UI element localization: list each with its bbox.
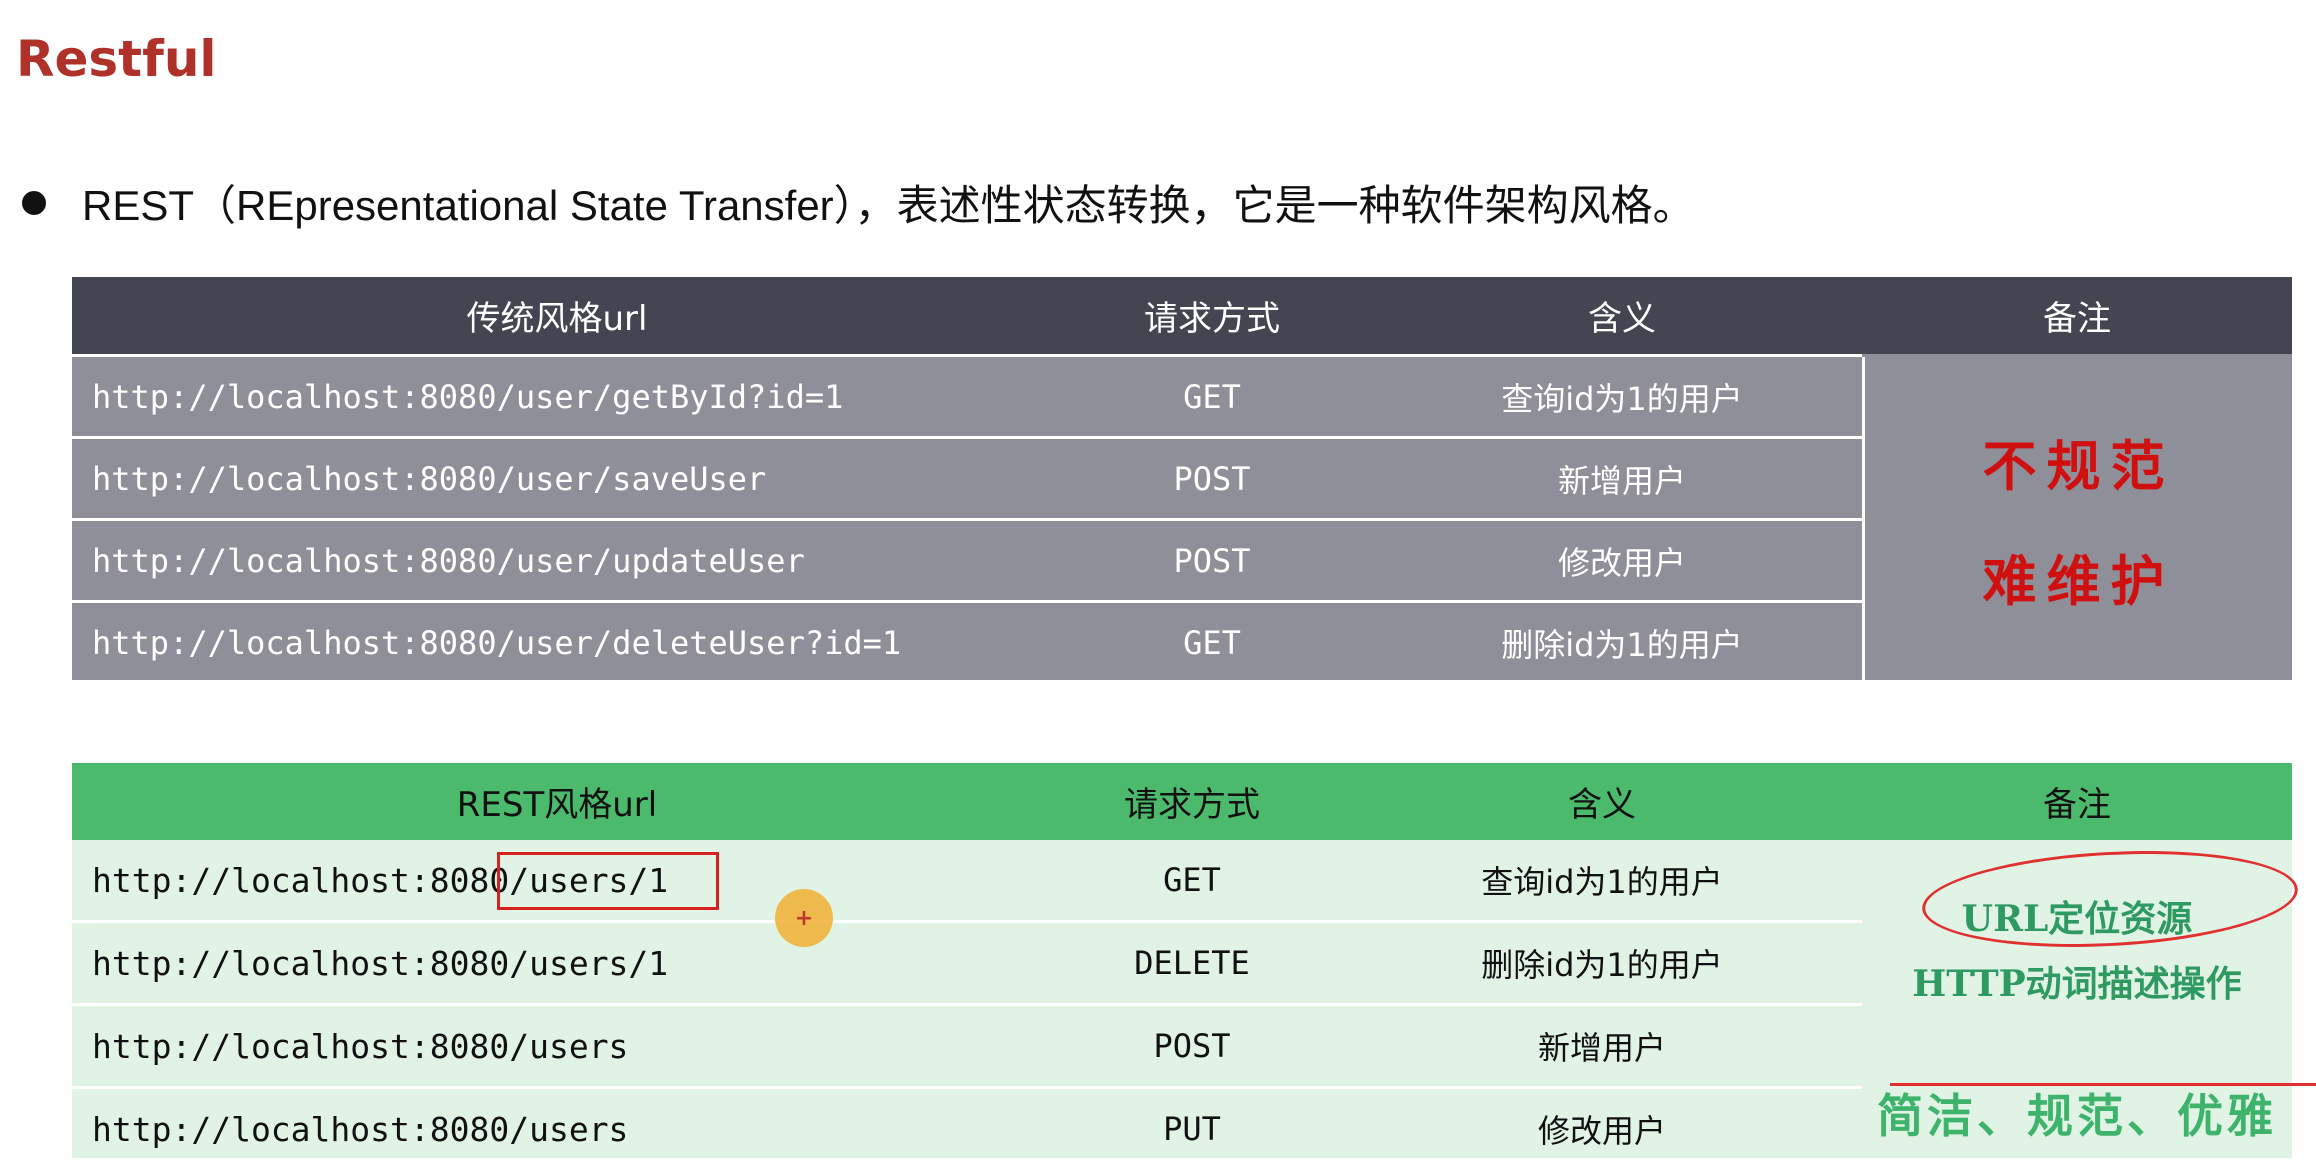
header-cell-note: 备注 xyxy=(2043,299,2111,339)
table-row: http://localhost:8080/user/getById?id=1 … xyxy=(72,354,1862,436)
header-cell-note: 备注 xyxy=(2043,785,2111,825)
table-row: http://localhost:8080/users/1 GET 查询id为1… xyxy=(72,840,1862,920)
meaning-cell: 修改用户 xyxy=(1557,543,1686,582)
header-cell-method: 请求方式 xyxy=(1144,299,1280,339)
rest-url-table: REST风格url 请求方式 含义 备注 http://localhost:80… xyxy=(72,763,2316,1158)
page-title: Restful xyxy=(16,30,217,88)
note-cell-rest: URL定位资源 HTTP动词描述操作 简洁、规范、优雅 xyxy=(1862,840,2316,1158)
note-cell-traditional: 不规范 难维护 xyxy=(1862,357,2292,680)
table-row: http://localhost:8080/users/1 DELETE 删除i… xyxy=(72,920,1862,1003)
header-cell-url: 传统风格url xyxy=(466,299,648,339)
traditional-url-table: 传统风格url 请求方式 含义 备注 http://localhost:8080… xyxy=(72,277,2292,680)
handwritten-note: 简洁、规范、优雅 xyxy=(1877,1089,2277,1143)
url-cell: http://localhost:8080/users xyxy=(92,1109,629,1149)
header-cell-meaning: 含义 xyxy=(1588,299,1656,339)
bullet-item: REST（REpresentational State Transfer），表述… xyxy=(16,172,1695,233)
method-cell: GET xyxy=(1183,377,1241,416)
table-row: http://localhost:8080/users POST 新增用户 xyxy=(72,1003,1862,1086)
method-cell: GET xyxy=(1163,861,1221,899)
table-row: http://localhost:8080/user/updateUser PO… xyxy=(72,518,1862,600)
meaning-cell: 新增用户 xyxy=(1557,461,1686,500)
url-cell: http://localhost:8080/users xyxy=(92,1026,629,1066)
meaning-cell: 查询id为1的用户 xyxy=(1481,863,1723,901)
method-cell: POST xyxy=(1173,541,1251,580)
meaning-cell: 修改用户 xyxy=(1537,1112,1666,1150)
cursor-icon: + xyxy=(775,889,833,947)
meaning-cell: 新增用户 xyxy=(1537,1029,1666,1067)
handwritten-note: URL定位资源 xyxy=(1961,898,2193,940)
table-row: http://localhost:8080/users PUT 修改用户 xyxy=(72,1086,1862,1169)
method-cell: PUT xyxy=(1163,1110,1221,1148)
meaning-cell: 删除id为1的用户 xyxy=(1481,946,1723,984)
table-row: http://localhost:8080/user/deleteUser?id… xyxy=(72,600,1862,682)
header-cell-url: REST风格url xyxy=(456,785,658,825)
header-cell-meaning: 含义 xyxy=(1568,785,1636,825)
url-cell: http://localhost:8080/user/saveUser xyxy=(92,459,767,498)
handwritten-note: HTTP动词描述操作 xyxy=(1912,963,2242,1005)
header-cell-method: 请求方式 xyxy=(1124,785,1260,825)
method-cell: DELETE xyxy=(1134,944,1250,982)
bullet-text: REST（REpresentational State Transfer），表述… xyxy=(82,182,1695,229)
method-cell: POST xyxy=(1153,1027,1231,1065)
handwritten-note: 不规范 xyxy=(1982,433,2175,498)
method-cell: GET xyxy=(1183,623,1241,662)
table-header-row: REST风格url 请求方式 含义 备注 xyxy=(72,763,2292,840)
table-row: http://localhost:8080/user/saveUser POST… xyxy=(72,436,1862,518)
table-header-row: 传统风格url 请求方式 含义 备注 xyxy=(72,277,2292,354)
url-cell: http://localhost:8080/user/deleteUser?id… xyxy=(92,623,902,662)
highlight-box xyxy=(497,852,719,910)
bullet-dot-icon xyxy=(22,190,46,215)
url-cell: http://localhost:8080/users/1 xyxy=(92,943,669,983)
url-cell: http://localhost:8080/user/getById?id=1 xyxy=(92,377,844,416)
meaning-cell: 删除id为1的用户 xyxy=(1501,625,1743,664)
handwritten-note: 难维护 xyxy=(1982,548,2175,613)
meaning-cell: 查询id为1的用户 xyxy=(1501,379,1743,418)
url-cell: http://localhost:8080/user/updateUser xyxy=(92,541,805,580)
method-cell: POST xyxy=(1173,459,1251,498)
